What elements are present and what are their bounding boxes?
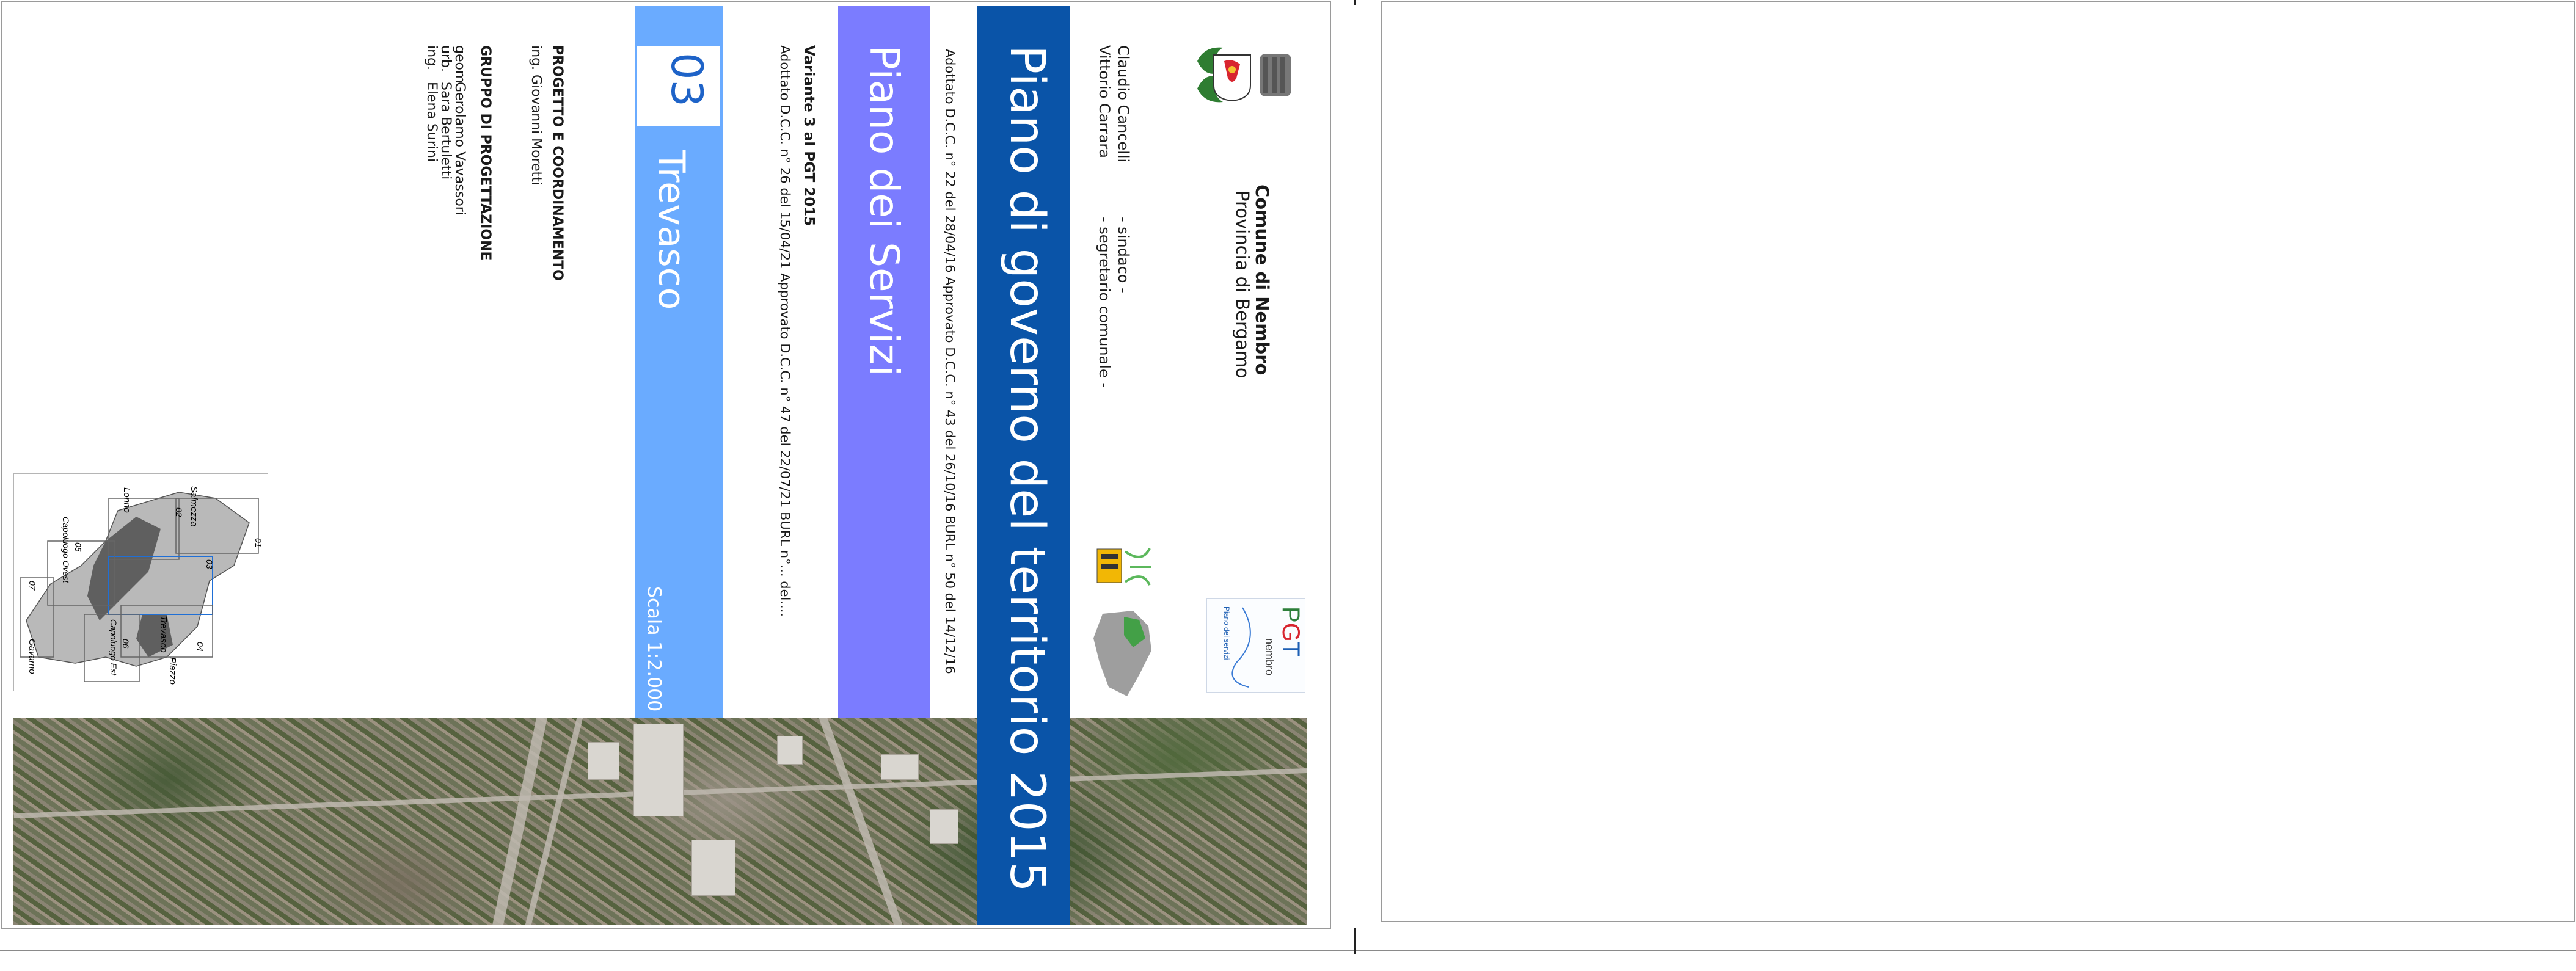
keymap-number-07: 07 <box>27 581 37 591</box>
group-heading: GRUPPO DI PROGETTAZIONE <box>478 45 493 261</box>
key-map: Salmezza Lonno Capoluogo Ovest Trevasco … <box>13 473 268 691</box>
mascot-logo <box>1093 545 1155 588</box>
sheet-number: 03 <box>662 53 712 107</box>
keymap-label-lonno: Lonno <box>122 487 132 513</box>
pgt-letter-t: T <box>1277 642 1304 656</box>
keymap-number-02: 02 <box>174 507 184 517</box>
keymap-label-piazzo: Piazzo <box>167 657 178 685</box>
keymap-number-05: 05 <box>73 542 83 552</box>
official-name-2: Vittorio Carrara <box>1096 45 1113 158</box>
pgt-letter-g: G <box>1277 623 1304 642</box>
official-role-1: - sindaco - <box>1115 217 1132 293</box>
pgt-logo-caption: Piano dei servizi <box>1222 606 1231 660</box>
keymap-label-capoluogo-ovest: Capoluogo Ovest <box>61 517 71 583</box>
pgt-logo: PGT nembro Piano dei servizi <box>1206 598 1305 693</box>
keymap-label-capoluogo-est: Capoluogo Est <box>109 619 119 676</box>
pgt-logo-subtitle: nembro <box>1263 638 1275 675</box>
group-prefix-3: ing. <box>424 45 439 71</box>
coord-name: ing. Giovanni Moretti <box>528 45 544 186</box>
official-role-2: - segretario comunale - <box>1096 217 1113 388</box>
svg-text:PGT: PGT <box>1277 606 1304 656</box>
province-name: Provincia di Bergamo <box>1232 191 1253 379</box>
sheet-scale: Scala 1:2.000 <box>643 586 665 712</box>
pgt-letter-p: P <box>1277 606 1304 623</box>
keymap-number-01: 01 <box>254 538 263 548</box>
aerial-photo <box>13 718 1307 925</box>
municipality-name: Comune di Nembro <box>1252 184 1272 376</box>
official-name-1: Claudio Cancelli <box>1115 45 1132 163</box>
variant-title: Variante 3 al PGT 2015 <box>801 45 817 227</box>
keymap-number-06: 06 <box>121 639 131 649</box>
keymap-label-salmezza: Salmezza <box>189 486 199 526</box>
group-name-2: Sara Bertuletti <box>438 82 453 180</box>
group-prefix-1: geom. <box>452 45 467 88</box>
coat-of-arms-icon <box>1192 43 1302 107</box>
plan-title: Piano di governo del territorio 2015 <box>999 45 1054 892</box>
group-name-3: Elena Surini <box>424 82 439 162</box>
plan-adoption: Adottato D.C.C. n° 22 del 28/04/16 Appro… <box>943 49 957 674</box>
crop-mark-bottom <box>1354 928 1356 954</box>
group-name-1: Gerolamo Vavassori <box>452 82 467 216</box>
sheet-name: Trevasco <box>650 150 693 310</box>
crop-mark-top <box>1354 0 1356 5</box>
keymap-number-03: 03 <box>205 559 214 569</box>
bottom-rule <box>0 950 2576 951</box>
keymap-label-gavarno: Gavarno <box>27 639 37 674</box>
blank-sheet <box>1381 1 2575 922</box>
variant-adoption: Adottato D.C.C. n° 26 del 15/04/21 Appro… <box>778 45 792 617</box>
section-title: Piano dei Servizi <box>861 45 908 377</box>
keymap-number-04: 04 <box>195 642 205 652</box>
keymap-label-trevasco: Trevasco <box>158 616 169 653</box>
territory-map-icon <box>1090 608 1158 699</box>
group-prefix-2: urb. <box>438 45 453 72</box>
coord-heading: PROGETTO E COORDINAMENTO <box>550 45 565 281</box>
